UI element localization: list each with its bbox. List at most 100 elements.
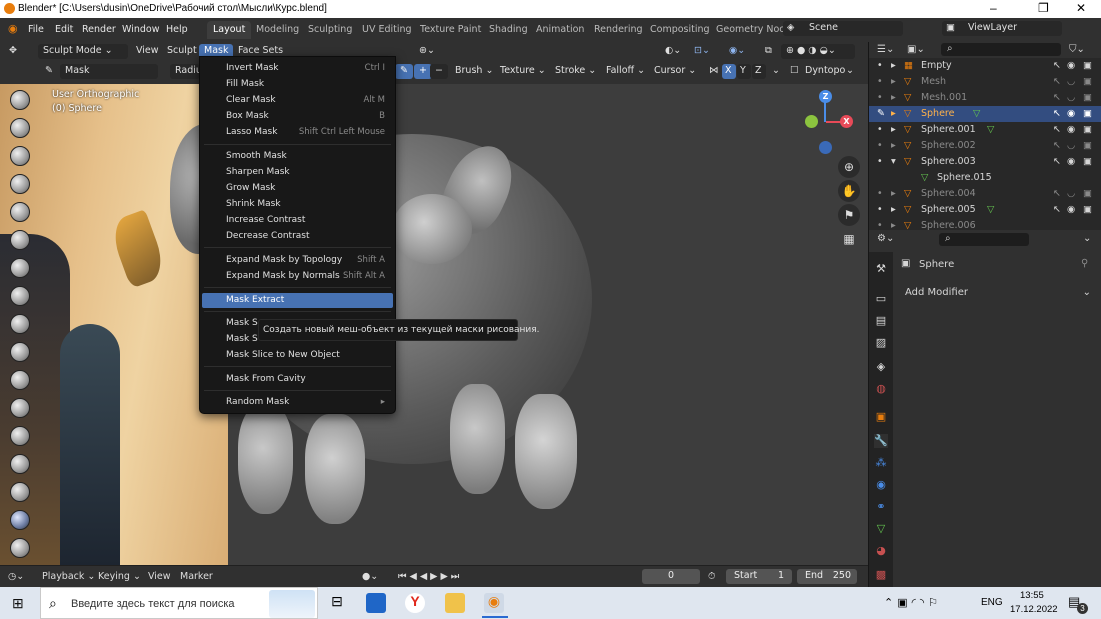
yandex-browser-icon[interactable]: Y — [405, 593, 425, 613]
gizmo-neg-z-icon[interactable] — [819, 141, 832, 154]
expand-chevron-icon[interactable]: • — [877, 76, 887, 87]
shading-mode-buttons[interactable]: ⊕ ● ◑ ◒⌄ — [781, 44, 855, 59]
scrape-brush-icon[interactable] — [10, 398, 30, 418]
task-view-icon[interactable]: ⊟ — [327, 593, 347, 613]
grab-brush-icon[interactable] — [10, 454, 30, 474]
menu-mask-extract[interactable]: Mask Extract — [202, 293, 393, 308]
menu-expand-by-normals[interactable]: Expand Mask by Normals Shift Alt A — [202, 269, 393, 284]
expand-chevron-icon[interactable]: • — [877, 140, 887, 151]
expand-arrow-icon[interactable]: ▸ — [891, 92, 901, 103]
properties-search-input[interactable]: ⌕ — [939, 233, 1029, 246]
eye-closed-icon[interactable]: ◡ — [1067, 140, 1077, 151]
timeline-view-menu[interactable]: View — [148, 571, 171, 582]
camera-icon[interactable]: ⚑ — [838, 204, 860, 226]
view-layer-tab-icon[interactable]: ▨ — [874, 336, 888, 350]
tab-compositing[interactable]: Compositing — [644, 21, 716, 39]
expand-chevron-icon[interactable]: • — [877, 204, 887, 215]
end-frame-field[interactable]: End 250 — [797, 569, 857, 584]
expand-arrow-icon[interactable]: ▸ — [891, 188, 901, 199]
outliner-row[interactable]: • ▸ ▦ Empty ↖ ◉ ▣ — [869, 58, 1101, 74]
constraints-tab-icon[interactable]: ⚭ — [874, 500, 888, 514]
tool-tab-icon[interactable]: ⚒ — [874, 262, 888, 276]
expand-arrow-icon[interactable]: ▸ — [891, 76, 901, 87]
minimize-button[interactable]: – — [990, 1, 997, 15]
menu-window[interactable]: Window — [122, 24, 159, 35]
outliner-row[interactable]: • ▸ ▽ Sphere.004 ↖ ◡ ▣ — [869, 186, 1101, 202]
draw-brush-icon[interactable] — [10, 90, 30, 110]
start-frame-field[interactable]: Start 1 — [726, 569, 792, 584]
expand-chevron-icon[interactable]: • — [877, 92, 887, 103]
fill-brush-icon[interactable] — [10, 370, 30, 390]
outliner-row[interactable]: • ▸ ▽ Mesh.001 ↖ ◡ ▣ — [869, 90, 1101, 106]
selectable-icon[interactable]: ↖ — [1053, 140, 1063, 151]
outliner-row[interactable]: • ▸ ▽ Mesh ↖ ◡ ▣ — [869, 74, 1101, 90]
world-tab-icon[interactable]: ◍ — [874, 382, 888, 396]
playback-controls[interactable]: ⏮◀◀▶▶⏭ — [398, 571, 462, 582]
eye-icon[interactable]: ◉ — [1067, 156, 1077, 167]
layer-brush-icon[interactable] — [10, 202, 30, 222]
render-camera-icon[interactable]: ▣ — [1083, 76, 1093, 87]
dyntopo-chevron-icon[interactable]: ⌄ — [841, 64, 859, 79]
expand-arrow-icon[interactable]: ▸ — [891, 124, 901, 135]
taskbar-search[interactable]: ⌕ Введите здесь текст для поиска — [40, 587, 318, 619]
pinch-brush-icon[interactable] — [10, 426, 30, 446]
selectable-icon[interactable]: ↖ — [1053, 156, 1063, 167]
menu-clear-mask[interactable]: Clear Mask Alt M — [202, 93, 393, 108]
menu-smooth-mask[interactable]: Smooth Mask — [202, 149, 393, 164]
menu-random-mask[interactable]: Random Mask ▸ — [202, 395, 393, 410]
smooth-brush-icon[interactable] — [10, 314, 30, 334]
tab-uv-editing[interactable]: UV Editing — [356, 21, 418, 39]
expand-chevron-icon[interactable]: • — [877, 220, 887, 230]
pin-icon[interactable]: ⚲ — [1081, 258, 1088, 269]
tool-name-field[interactable]: Mask — [60, 64, 158, 79]
selectable-icon[interactable]: ↖ — [1053, 60, 1063, 71]
blender-taskbar-icon[interactable]: ◉ — [484, 593, 504, 613]
eye-closed-icon[interactable]: ◡ — [1067, 188, 1077, 199]
menu-lasso-mask[interactable]: Lasso Mask Shift Ctrl Left Mouse — [202, 125, 393, 140]
selectable-icon[interactable]: ↖ — [1053, 108, 1063, 119]
menu-decrease-contrast[interactable]: Decrease Contrast — [202, 229, 393, 244]
menu-file[interactable]: File — [28, 24, 44, 35]
expand-arrow-icon[interactable]: ▸ — [891, 204, 901, 215]
properties-editor-icon[interactable]: ⚙⌄ — [877, 233, 894, 244]
render-camera-icon[interactable]: ▣ — [1083, 204, 1093, 215]
menu-edit[interactable]: Edit — [55, 24, 73, 35]
draw-sharp-brush-icon[interactable] — [10, 118, 30, 138]
tab-rendering[interactable]: Rendering — [588, 21, 649, 39]
symmetry-chevron-icon[interactable]: ⌄ — [767, 64, 785, 79]
maximize-button[interactable]: ❐ — [1038, 1, 1049, 15]
edit-brush-icon[interactable]: ✎ — [877, 108, 887, 119]
cursor-dropdown[interactable]: Cursor ⌄ — [649, 64, 701, 79]
expand-chevron-icon[interactable]: • — [877, 60, 887, 71]
menu-sculpt[interactable]: Sculpt — [162, 44, 202, 59]
mask-brush-icon[interactable] — [10, 510, 30, 530]
tab-modeling[interactable]: Modeling — [250, 21, 305, 39]
axis-x-toggle[interactable]: X — [722, 64, 736, 79]
blender-menu-icon[interactable]: ◉ — [8, 22, 18, 35]
collapse-arrow-icon[interactable]: ▾ — [891, 156, 901, 167]
zoom-icon[interactable]: ⊕ — [838, 156, 860, 178]
outliner-row[interactable]: ✎ ▸ ▽ Sphere ▽ ↖ ◉ ▣ — [869, 106, 1101, 122]
clock-time[interactable]: 13:55 — [1020, 590, 1044, 601]
mode-selector[interactable]: Sculpt Mode ⌄ — [38, 44, 128, 59]
inflate-brush-icon[interactable] — [10, 230, 30, 250]
texture-dropdown[interactable]: Texture ⌄ — [495, 64, 551, 79]
selectable-icon[interactable]: ↖ — [1053, 204, 1063, 215]
menu-render[interactable]: Render — [82, 24, 116, 35]
menu-view[interactable]: View — [131, 44, 164, 59]
ortho-grid-icon[interactable]: ▦ — [838, 228, 860, 250]
outliner-row[interactable]: • ▾ ▽ Sphere.003 ↖ ◉ ▣ — [869, 154, 1101, 170]
menu-fill-mask[interactable]: Fill Mask — [202, 77, 393, 92]
outliner-row[interactable]: ▽ Sphere.015 — [869, 170, 1101, 186]
viewlayer-selector[interactable]: ▣ ViewLayer — [942, 21, 1062, 36]
selectable-icon[interactable]: ↖ — [1053, 76, 1063, 87]
current-frame-field[interactable]: 0 — [642, 569, 700, 584]
menu-box-mask[interactable]: Box Mask B — [202, 109, 393, 124]
tab-texture-paint[interactable]: Texture Paint — [414, 21, 487, 39]
keyframe-dot-icon[interactable]: ●⌄ — [362, 571, 378, 582]
axis-z-toggle[interactable]: Z — [752, 64, 766, 79]
editor-type-icon[interactable]: ✥ — [4, 44, 22, 59]
brush-dropdown[interactable]: Brush ⌄ — [450, 64, 498, 79]
file-explorer-icon[interactable] — [445, 593, 465, 613]
expand-arrow-icon[interactable]: ▸ — [891, 220, 901, 230]
